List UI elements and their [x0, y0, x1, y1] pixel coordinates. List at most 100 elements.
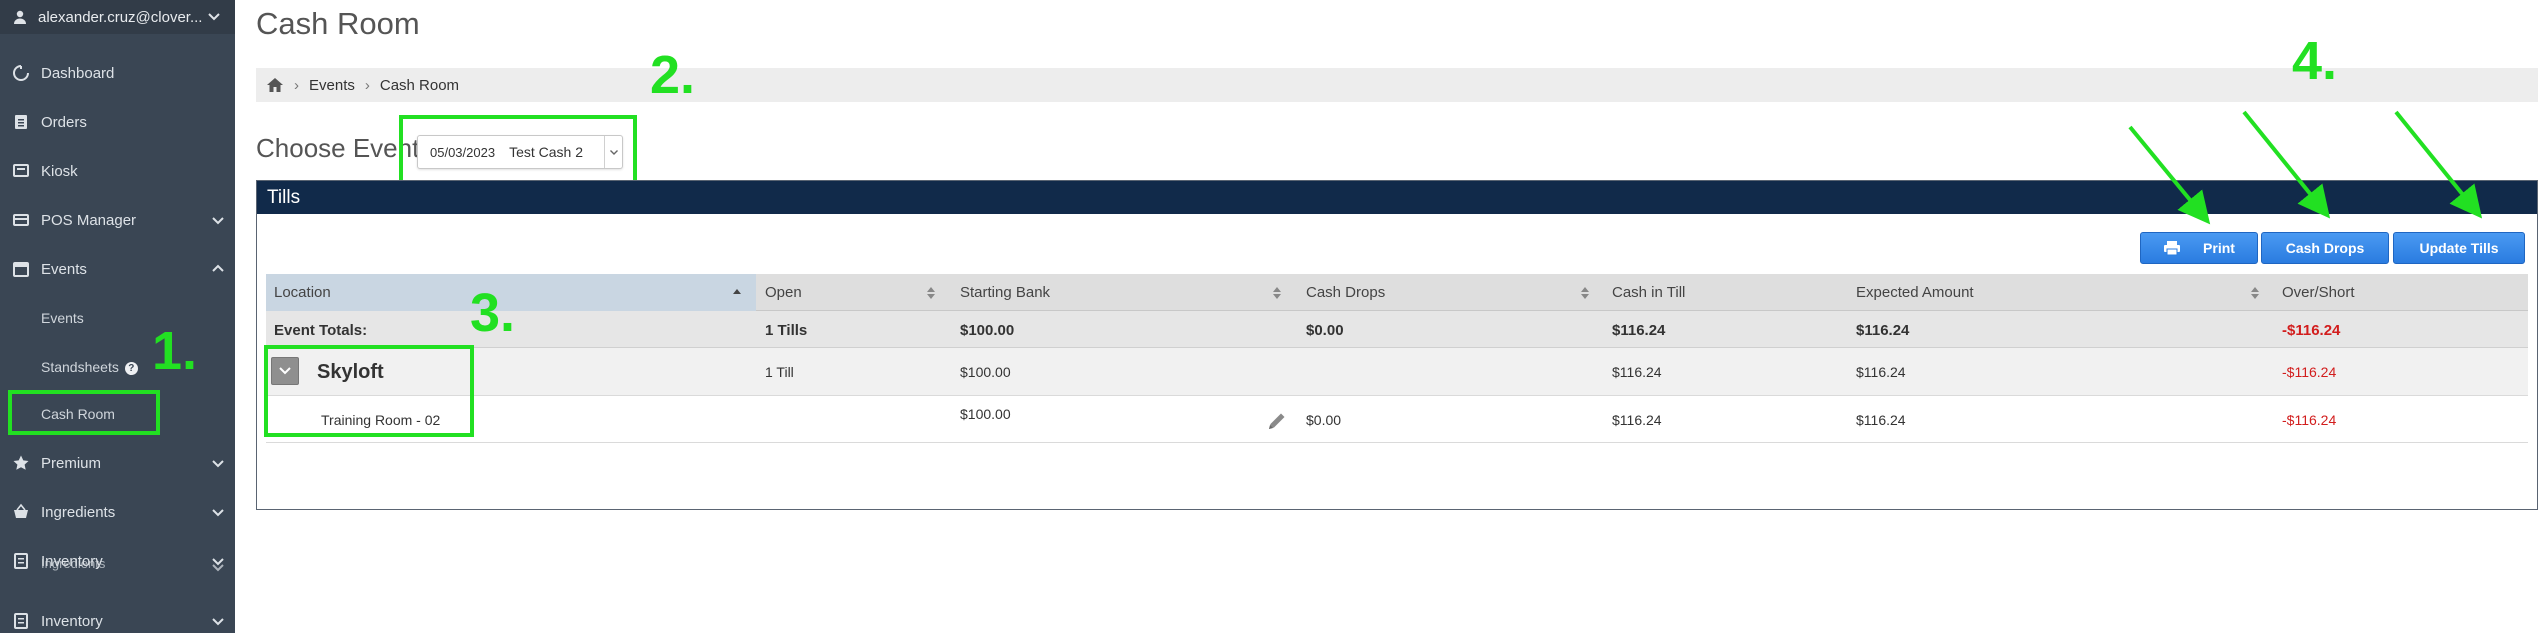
chevron-down-icon: [212, 564, 224, 572]
orders-icon: [15, 115, 27, 129]
group-open: 1 Till: [765, 364, 794, 380]
group-expected: $116.24: [1856, 364, 1906, 380]
sidebar-item-pos-manager[interactable]: POS Manager: [0, 203, 235, 237]
group-cash-in-till: $116.24: [1612, 364, 1662, 380]
col-over-short[interactable]: Over/Short: [2282, 284, 2355, 301]
sidebar-item-orders[interactable]: Orders: [0, 105, 235, 139]
sidebar-item-label: POS Manager: [41, 211, 137, 229]
till-cash-in-till: $116.24: [1612, 412, 1662, 428]
col-cash-drops[interactable]: Cash Drops: [1306, 284, 1385, 301]
sidebar-item-standsheets-wrap: Standsheets?: [41, 359, 138, 375]
annotation-highlight-location: [264, 345, 474, 437]
update-tills-button[interactable]: Update Tills: [2393, 232, 2525, 264]
sidebar-item-label: Dashboard: [41, 64, 115, 82]
help-icon[interactable]: ?: [124, 361, 138, 375]
kiosk-icon: [13, 164, 29, 177]
till-expected: $116.24: [1856, 412, 1906, 428]
basket-icon: [14, 503, 28, 518]
col-expected-amount[interactable]: Expected Amount: [1856, 284, 1974, 301]
annotation-highlight-cash-room: [8, 390, 160, 435]
sort-icon[interactable]: [926, 286, 936, 300]
sidebar-item-ingredients[interactable]: Ingredients: [0, 495, 235, 529]
sidebar-item-label: Events: [41, 260, 87, 278]
table-row: Training Room - 02 $100.00 $0.00 $116.24…: [266, 396, 2528, 443]
cash-drops-button[interactable]: Cash Drops: [2261, 232, 2389, 264]
chevron-down-icon: [212, 460, 224, 468]
user-menu[interactable]: alexander.cruz@clover...: [0, 0, 235, 34]
totals-starting-bank: $100.00: [960, 322, 1015, 339]
annotation-step-1: 1.: [152, 321, 198, 381]
annotation-highlight-event: [399, 115, 637, 187]
table-header: Location Open Starting Bank Cash Drops C…: [266, 274, 2528, 311]
calendar-icon: [13, 262, 29, 277]
breadcrumb-events[interactable]: Events: [309, 77, 355, 94]
star-icon: [13, 455, 29, 470]
print-button-label: Print: [2203, 240, 2235, 256]
sidebar-item-inventory-2[interactable]: Inventory: [0, 604, 235, 633]
chevron-down-icon: [208, 13, 220, 21]
sort-icon[interactable]: [1272, 286, 1282, 300]
sidebar-item-label: Orders: [41, 113, 87, 131]
till-starting-bank: $100.00: [960, 406, 1011, 422]
tills-panel-header: Tills: [257, 181, 2537, 214]
sidebar-subitem-events[interactable]: Events: [0, 301, 235, 335]
annotation-step-4: 4.: [2292, 31, 2338, 91]
chevron-down-icon: [212, 618, 224, 626]
col-location[interactable]: Location: [274, 284, 331, 301]
sidebar-item-label: Kiosk: [41, 162, 78, 180]
user-email: alexander.cruz@clover...: [38, 8, 203, 26]
chevron-down-icon: [212, 509, 224, 517]
sidebar-item-label: Standsheets: [41, 359, 119, 375]
totals-row: Event Totals: 1 Tills $100.00 $0.00 $116…: [266, 311, 2528, 348]
col-open[interactable]: Open: [765, 284, 802, 301]
choose-event-label: Choose Event: [256, 133, 420, 163]
tills-title: Tills: [267, 186, 301, 208]
sidebar-subitem-standsheets[interactable]: Standsheets?: [0, 350, 235, 384]
update-tills-button-label: Update Tills: [2419, 240, 2499, 256]
pos-icon: [13, 214, 29, 226]
sidebar-item-label: Ingredients: [41, 503, 116, 521]
sidebar-item-label: Premium: [41, 454, 102, 472]
breadcrumb-separator: ›: [294, 76, 299, 94]
breadcrumb-current: Cash Room: [379, 76, 460, 94]
home-icon[interactable]: [266, 77, 284, 93]
user-icon: [14, 10, 26, 24]
annotation-step-3: 3.: [470, 283, 516, 343]
sidebar-item-label: Events: [41, 310, 84, 326]
totals-label: Event Totals:: [274, 322, 368, 339]
annotation-step-2: 2.: [650, 45, 696, 105]
sidebar-item-premium[interactable]: Premium: [0, 446, 235, 480]
chevron-up-icon: [212, 264, 224, 272]
sidebar-item-label: Ingredients: [41, 556, 106, 571]
till-over-short: -$116.24: [2282, 412, 2337, 428]
sort-icon[interactable]: [2250, 286, 2260, 300]
chevron-down-icon: [212, 217, 224, 225]
print-button[interactable]: Print: [2140, 232, 2258, 264]
sidebar-item-events[interactable]: Events: [0, 252, 235, 286]
page-title: Cash Room: [256, 6, 420, 41]
dashboard-icon: [13, 65, 29, 81]
group-over-short: -$116.24: [2282, 364, 2337, 380]
pencil-icon[interactable]: [1266, 410, 1288, 432]
totals-over-short: -$116.24: [2282, 322, 2341, 339]
sidebar-item-dashboard[interactable]: Dashboard: [0, 56, 235, 90]
totals-cash-drops: $0.00: [1306, 322, 1344, 339]
sort-asc-icon[interactable]: [732, 286, 742, 300]
table-row: Skyloft 1 Till $100.00 $116.24 $116.24 -…: [266, 348, 2528, 396]
sort-icon[interactable]: [1580, 286, 1590, 300]
sidebar: alexander.cruz@clover... Dashboard Order…: [0, 0, 235, 633]
breadcrumb: › Events › Cash Room: [256, 68, 2538, 102]
till-cash-drops: $0.00: [1306, 412, 1342, 428]
inventory-icon: [14, 613, 28, 629]
col-cash-in-till[interactable]: Cash in Till: [1612, 284, 1685, 301]
sidebar-item-kiosk[interactable]: Kiosk: [0, 154, 235, 188]
totals-open: 1 Tills: [765, 322, 808, 339]
group-starting-bank: $100.00: [960, 364, 1011, 380]
breadcrumb-separator: ›: [364, 76, 370, 94]
totals-cash-in-till: $116.24: [1612, 322, 1666, 339]
cash-drops-button-label: Cash Drops: [2285, 240, 2365, 256]
sidebar-item-ingredients-ghost: Ingredients: [0, 556, 235, 578]
totals-expected: $116.24: [1856, 322, 1910, 339]
col-starting-bank[interactable]: Starting Bank: [960, 284, 1050, 301]
printer-icon: [2164, 241, 2181, 256]
